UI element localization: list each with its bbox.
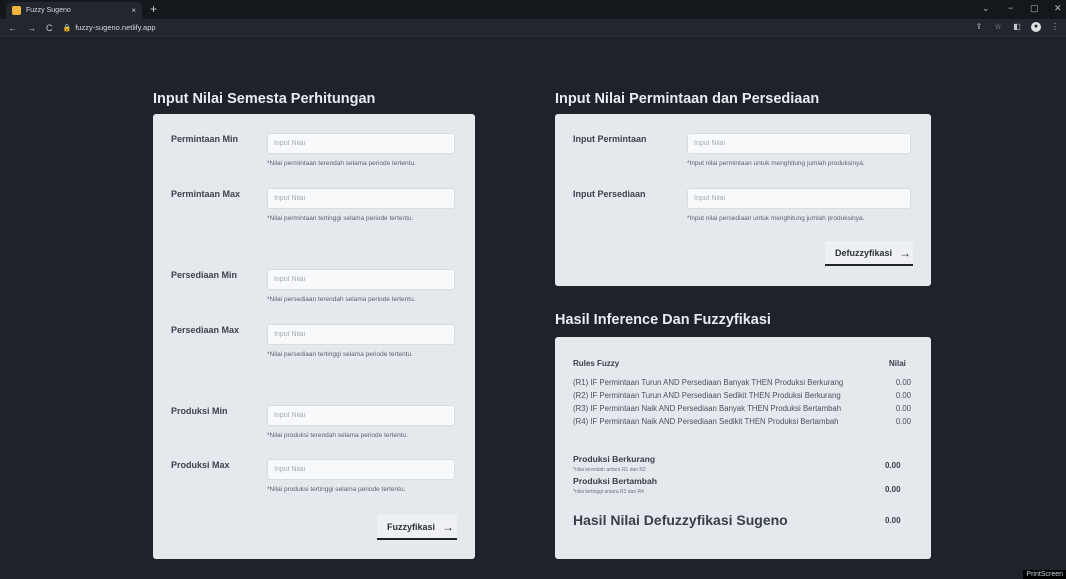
permintaan-min-help: *Nilai permintaan terendah selama period… [267, 160, 416, 167]
persediaan-max-help: *Nilai persediaan tertinggi selama perio… [267, 351, 413, 358]
permintaan-max-label: Permintaan Max [171, 189, 241, 199]
persediaan-max-input[interactable] [267, 324, 455, 345]
input-permintaan-label: Input Permintaan [573, 134, 647, 144]
printscreen-overlay: PrintScreen [1023, 570, 1066, 579]
rule-value: 0.00 [895, 417, 911, 426]
defuzzyfikasi-result-value: 0.00 [885, 516, 901, 525]
persediaan-min-help: *Nilai persediaan terendah selama period… [267, 296, 416, 303]
defuzzyfikasi-label: Defuzzyfikasi [835, 247, 893, 258]
defuzzyfikasi-result-label: Hasil Nilai Defuzzyfikasi Sugeno [573, 512, 788, 528]
share-icon[interactable]: ⇪ [974, 22, 984, 32]
produksi-max-help: *Nilai produksi tertinggi selama periode… [267, 486, 406, 493]
input-persediaan-field[interactable] [687, 188, 911, 209]
bookmark-star-icon[interactable]: ☆ [993, 22, 1003, 32]
rule-text: (R3) IF Permintaan Naik AND Persediaan B… [573, 404, 842, 413]
produksi-berkurang-label: Produksi Berkurang [573, 454, 656, 464]
input-permintaan-help: *Input nilai permintaan untuk menghitung… [687, 160, 865, 167]
minimize-button[interactable]: − [1008, 3, 1013, 13]
close-tab-icon[interactable]: × [131, 6, 136, 15]
arrow-right-icon: → [899, 245, 912, 260]
tab-search-icon[interactable]: ⌄ [982, 3, 990, 14]
back-button[interactable]: ← [8, 23, 17, 33]
new-tab-button[interactable]: + [150, 2, 157, 16]
url-field[interactable]: fuzzy-sugeno.netlify.app [75, 23, 155, 32]
persediaan-max-label: Persediaan Max [171, 325, 240, 335]
browser-tab[interactable]: Fuzzy Sugeno × [6, 2, 142, 19]
rules-fuzzy-header: Rules Fuzzy [573, 359, 620, 368]
rule-text: (R4) IF Permintaan Naik AND Persediaan S… [573, 417, 839, 426]
produksi-min-input[interactable] [267, 405, 455, 426]
browser-tab-bar: Fuzzy Sugeno × + ⌄ − ▢ ✕ [0, 0, 1066, 19]
forward-button[interactable]: → [27, 23, 36, 33]
persediaan-min-input[interactable] [267, 269, 455, 290]
produksi-min-help: *Nilai produksi terendah selama periode … [267, 432, 408, 439]
profile-icon[interactable]: ● [1031, 22, 1041, 32]
input-persediaan-label: Input Persediaan [573, 189, 646, 199]
rule-value: 0.00 [895, 391, 911, 400]
permintaan-min-label: Permintaan Min [171, 134, 239, 144]
produksi-bertambah-value: 0.00 [885, 485, 901, 494]
fuzzyfikasi-label: Fuzzyfikasi [387, 521, 436, 532]
arrow-right-icon: → [442, 519, 455, 534]
permintaan-min-input[interactable] [267, 133, 455, 154]
produksi-berkurang-value: 0.00 [885, 461, 901, 470]
input-permintaan-field[interactable] [687, 133, 911, 154]
semesta-card: Permintaan Min *Nilai permintaan terenda… [153, 114, 475, 559]
menu-icon[interactable]: ⋮ [1050, 22, 1060, 32]
hasil-inference-title: Hasil Inference Dan Fuzzyfikasi [555, 312, 771, 328]
fuzzyfikasi-button[interactable]: Fuzzyfikasi → [377, 515, 457, 540]
maximize-button[interactable]: ▢ [1030, 3, 1039, 14]
rule-text: (R1) IF Permintaan Turun AND Persediaan … [573, 378, 844, 387]
produksi-max-label: Produksi Max [171, 460, 230, 470]
lock-icon[interactable]: 🔒 [63, 24, 72, 32]
semesta-title: Input Nilai Semesta Perhitungan [153, 91, 376, 107]
defuzzyfikasi-button[interactable]: Defuzzyfikasi → [825, 241, 913, 266]
produksi-max-input[interactable] [267, 459, 455, 480]
address-bar: ← → C 🔒 fuzzy-sugeno.netlify.app ⇪ ☆ ◧ ●… [0, 19, 1066, 37]
persediaan-min-label: Persediaan Min [171, 270, 238, 280]
tab-title: Fuzzy Sugeno [26, 7, 71, 14]
permintaan-max-input[interactable] [267, 188, 455, 209]
rule-value: 0.00 [895, 404, 911, 413]
nilai-header: Nilai [889, 359, 906, 368]
permintaan-max-help: *Nilai permintaan tertinggi selama perio… [267, 215, 414, 222]
favicon-icon [12, 6, 21, 15]
permintaan-persediaan-title: Input Nilai Permintaan dan Persediaan [555, 91, 820, 107]
hasil-inference-card: Rules Fuzzy Nilai (R1) IF Permintaan Tur… [555, 337, 931, 559]
produksi-berkurang-note: *nilai terendah antara R1 dan R2 [573, 467, 646, 473]
browser-toolbar: ⇪ ☆ ◧ ● ⋮ [974, 22, 1060, 32]
rule-value: 0.00 [895, 378, 911, 387]
produksi-min-label: Produksi Min [171, 406, 228, 416]
sidepanel-icon[interactable]: ◧ [1012, 22, 1022, 32]
rule-text: (R2) IF Permintaan Turun AND Persediaan … [573, 391, 841, 400]
produksi-bertambah-label: Produksi Bertambah [573, 476, 658, 486]
input-persediaan-help: *Input nilai persediaan untuk menghitung… [687, 215, 865, 222]
close-window-button[interactable]: ✕ [1054, 3, 1062, 14]
permintaan-persediaan-card: Input Permintaan *Input nilai permintaan… [555, 114, 931, 286]
reload-button[interactable]: C [46, 23, 53, 33]
produksi-bertambah-note: *nilai tertinggi antara R3 dan R4 [573, 489, 644, 495]
